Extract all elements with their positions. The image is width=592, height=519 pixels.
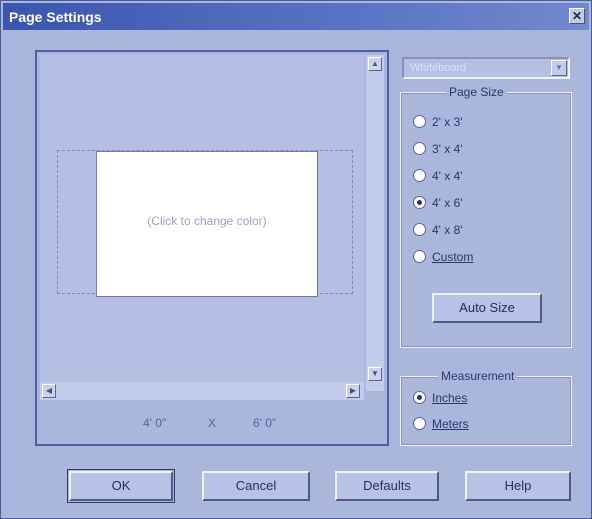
window-title: Page Settings	[9, 9, 102, 25]
radio-size-2x3[interactable]: 2' x 3'	[413, 115, 463, 133]
measurement-group: Measurement Inches Meters	[400, 369, 572, 446]
page-settings-dialog: Page Settings ✕ (Click to change color) …	[0, 0, 592, 519]
page-dimensions: 4' 0" X 6' 0"	[40, 404, 384, 440]
auto-size-button[interactable]: Auto Size	[432, 293, 542, 323]
page-label: (Click to change color)	[147, 214, 267, 228]
title-bar[interactable]: Page Settings ✕	[3, 3, 589, 30]
help-button[interactable]: Help	[465, 471, 571, 501]
page-height-text: 6' 0"	[253, 416, 277, 430]
scroll-up-icon[interactable]: ▲	[368, 57, 382, 71]
page-width-text: 4' 0"	[143, 416, 167, 430]
radio-selected-icon[interactable]	[413, 391, 426, 405]
radio-size-4x8[interactable]: 4' x 8'	[413, 223, 463, 241]
radio-icon[interactable]	[413, 115, 426, 129]
vertical-scrollbar[interactable]: ▲ ▼	[366, 55, 384, 391]
page-size-group: Page Size 2' x 3' 3' x 4' 4' x 4' 4' x 6…	[400, 85, 572, 348]
radio-unit-inches[interactable]: Inches	[413, 391, 467, 409]
radio-size-4x6[interactable]: 4' x 6'	[413, 196, 463, 214]
cancel-button[interactable]: Cancel	[202, 471, 310, 501]
chevron-down-icon[interactable]: ▼	[551, 60, 567, 76]
radio-unit-meters[interactable]: Meters	[413, 417, 469, 435]
horizontal-scrollbar[interactable]: ◀ ▶	[40, 382, 364, 400]
radio-size-4x4[interactable]: 4' x 4'	[413, 169, 463, 187]
ok-button[interactable]: OK	[67, 469, 175, 503]
radio-icon[interactable]	[413, 223, 426, 237]
board-type-value: Whiteboard	[410, 62, 467, 74]
scroll-down-icon[interactable]: ▼	[368, 367, 382, 381]
radio-icon[interactable]	[413, 417, 426, 431]
measurement-title: Measurement	[438, 369, 518, 383]
board-type-select[interactable]: Whiteboard ▼	[402, 57, 570, 79]
scroll-right-icon[interactable]: ▶	[346, 384, 360, 398]
preview-canvas: (Click to change color)	[40, 55, 364, 391]
scroll-left-icon[interactable]: ◀	[42, 384, 56, 398]
radio-selected-icon[interactable]	[413, 196, 426, 210]
radio-icon[interactable]	[413, 250, 426, 264]
page-color-swatch[interactable]: (Click to change color)	[96, 151, 318, 297]
radio-icon[interactable]	[413, 169, 426, 183]
defaults-button[interactable]: Defaults	[335, 471, 439, 501]
page-preview-panel: (Click to change color) ▲ ▼ ◀ ▶ 4' 0" X …	[35, 50, 389, 446]
page-size-title: Page Size	[446, 85, 507, 99]
radio-size-3x4[interactable]: 3' x 4'	[413, 142, 463, 160]
times-text: X	[208, 416, 217, 430]
radio-icon[interactable]	[413, 142, 426, 156]
radio-size-custom[interactable]: Custom	[413, 250, 473, 268]
close-icon[interactable]: ✕	[569, 8, 585, 24]
